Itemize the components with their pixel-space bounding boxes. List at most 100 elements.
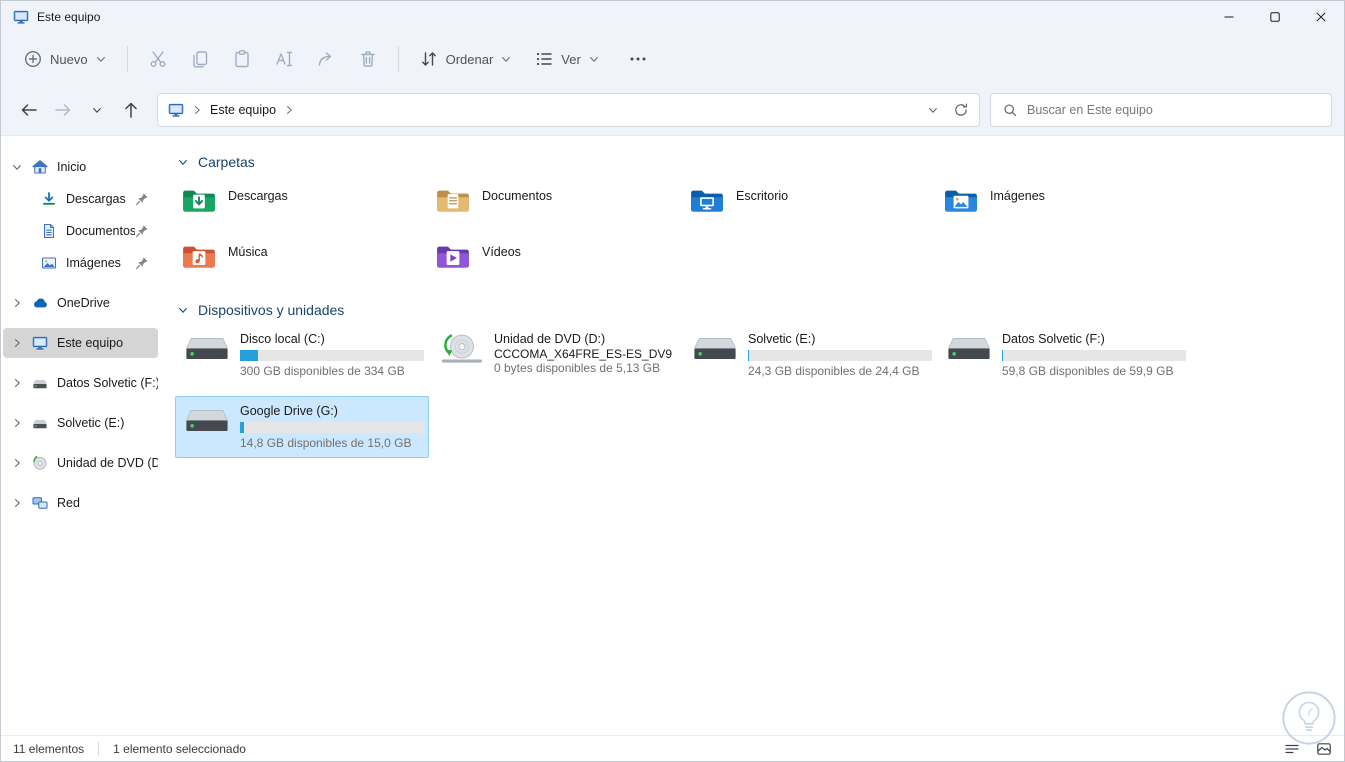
back-icon: [19, 100, 39, 120]
sidebar-item-unidad-dvd[interactable]: Unidad de DVD (D:): [3, 448, 158, 478]
copy-icon: [190, 49, 210, 69]
drive-info: Datos Solvetic (F:) 59,8 GB disponibles …: [1002, 332, 1186, 378]
search-icon: [1002, 102, 1018, 118]
desktop-folder-icon: [689, 186, 725, 216]
back-button[interactable]: [13, 94, 45, 126]
refresh-icon[interactable]: [953, 102, 969, 118]
drive-item-e[interactable]: Solvetic (E:) 24,3 GB disponibles de 24,…: [683, 324, 937, 386]
new-button[interactable]: Nuevo: [13, 41, 117, 77]
selection-count: 1 elemento seleccionado: [113, 741, 246, 756]
sidebar-item-onedrive[interactable]: OneDrive: [3, 288, 158, 318]
view-button[interactable]: Ver: [524, 41, 610, 77]
capacity-bar: [748, 350, 932, 361]
downloads-folder-icon: [181, 186, 217, 216]
view-icon: [534, 49, 554, 69]
search-input[interactable]: [1027, 103, 1320, 117]
sort-icon: [419, 49, 439, 69]
folder-item-escritorio[interactable]: Escritorio: [683, 178, 937, 234]
toolbar-separator: [126, 46, 128, 72]
more-icon: [628, 49, 648, 69]
collapse-icon[interactable]: [177, 156, 189, 168]
network-icon: [32, 495, 49, 511]
minimize-button[interactable]: [1206, 1, 1252, 33]
paste-button[interactable]: [222, 41, 262, 77]
drive-item-c[interactable]: Disco local (C:) 300 GB disponibles de 3…: [175, 324, 429, 386]
collapse-icon[interactable]: [177, 304, 189, 316]
drive-item-g-selected[interactable]: Google Drive (G:) 14,8 GB disponibles de…: [175, 396, 429, 458]
sidebar-item-red[interactable]: Red: [3, 488, 158, 518]
capacity-bar: [240, 422, 424, 433]
minimize-icon: [1224, 12, 1234, 22]
command-bar: Nuevo Ordenar Ver: [1, 33, 1344, 85]
dvd-drive-icon: [438, 332, 484, 365]
up-button[interactable]: [115, 94, 147, 126]
hard-drive-icon: [32, 415, 49, 431]
delete-icon: [358, 49, 378, 69]
folder-item-videos[interactable]: Vídeos: [429, 234, 683, 290]
navigation-pane: Inicio Descargas Documentos Imágenes One: [1, 136, 161, 735]
computer-icon: [32, 335, 49, 351]
more-button[interactable]: [618, 41, 658, 77]
chevron-down-icon: [500, 53, 512, 65]
plus-icon: [23, 49, 43, 69]
close-button[interactable]: [1298, 1, 1344, 33]
toolbar-separator: [397, 46, 399, 72]
folder-item-imagenes[interactable]: Imágenes: [937, 178, 1191, 234]
breadcrumb-item-este-equipo[interactable]: Este equipo: [210, 103, 276, 117]
folder-item-descargas[interactable]: Descargas: [175, 178, 429, 234]
chevron-right-icon[interactable]: [11, 417, 27, 429]
rename-button[interactable]: [264, 41, 304, 77]
forward-button[interactable]: [47, 94, 79, 126]
sidebar-item-imagenes[interactable]: Imágenes: [3, 248, 158, 278]
sidebar-item-inicio[interactable]: Inicio: [3, 152, 158, 182]
address-dropdown-icon[interactable]: [927, 104, 939, 116]
section-title[interactable]: Carpetas: [198, 154, 255, 170]
chevron-right-icon[interactable]: [11, 297, 27, 309]
delete-button[interactable]: [348, 41, 388, 77]
dvd-disc-icon: [32, 455, 49, 471]
maximize-button[interactable]: [1252, 1, 1298, 33]
up-icon: [121, 100, 141, 120]
chevron-right-icon[interactable]: [11, 337, 27, 349]
maximize-icon: [1270, 12, 1280, 22]
sidebar-item-documentos[interactable]: Documentos: [3, 216, 158, 246]
window-title: Este equipo: [37, 10, 101, 24]
this-pc-icon: [168, 102, 184, 118]
sidebar-item-descargas[interactable]: Descargas: [3, 184, 158, 214]
onedrive-cloud-icon: [32, 295, 49, 311]
chevron-down-icon[interactable]: [11, 161, 27, 173]
address-bar-actions: [927, 102, 969, 118]
section-title[interactable]: Dispositivos y unidades: [198, 302, 344, 318]
explorer-window: Este equipo Nuevo Ordenar Ver Este equip…: [0, 0, 1345, 762]
chevron-right-icon[interactable]: [11, 497, 27, 509]
copy-button[interactable]: [180, 41, 220, 77]
section-header-dispositivos: Dispositivos y unidades: [175, 298, 1344, 322]
document-icon: [41, 223, 58, 239]
drive-info: Disco local (C:) 300 GB disponibles de 3…: [240, 332, 424, 378]
sort-button[interactable]: Ordenar: [409, 41, 523, 77]
cut-button[interactable]: [138, 41, 178, 77]
hard-drive-icon: [184, 404, 230, 437]
pin-icon: [135, 256, 149, 270]
chevron-right-icon[interactable]: [11, 377, 27, 389]
folder-item-musica[interactable]: Música: [175, 234, 429, 290]
sidebar-item-solvetic[interactable]: Solvetic (E:): [3, 408, 158, 438]
sort-button-label: Ordenar: [445, 51, 494, 67]
chevron-right-icon[interactable]: [11, 457, 27, 469]
sidebar-item-datos-solvetic[interactable]: Datos Solvetic (F:): [3, 368, 158, 398]
drive-item-f[interactable]: Datos Solvetic (F:) 59,8 GB disponibles …: [937, 324, 1191, 386]
new-button-label: Nuevo: [50, 51, 88, 67]
recent-locations-button[interactable]: [81, 94, 113, 126]
sidebar-item-este-equipo[interactable]: Este equipo: [3, 328, 158, 358]
address-bar[interactable]: Este equipo: [157, 93, 980, 127]
section-header-carpetas: Carpetas: [175, 150, 1344, 174]
hard-drive-icon: [184, 332, 230, 365]
folder-item-documentos[interactable]: Documentos: [429, 178, 683, 234]
this-pc-icon: [13, 9, 29, 25]
status-separator: [98, 741, 100, 756]
pin-icon: [135, 224, 149, 238]
title-bar: Este equipo: [1, 1, 1344, 33]
share-button[interactable]: [306, 41, 346, 77]
search-box[interactable]: [990, 93, 1332, 127]
drive-item-dvd[interactable]: Unidad de DVD (D:) CCCOMA_X64FRE_ES-ES_D…: [429, 324, 683, 386]
